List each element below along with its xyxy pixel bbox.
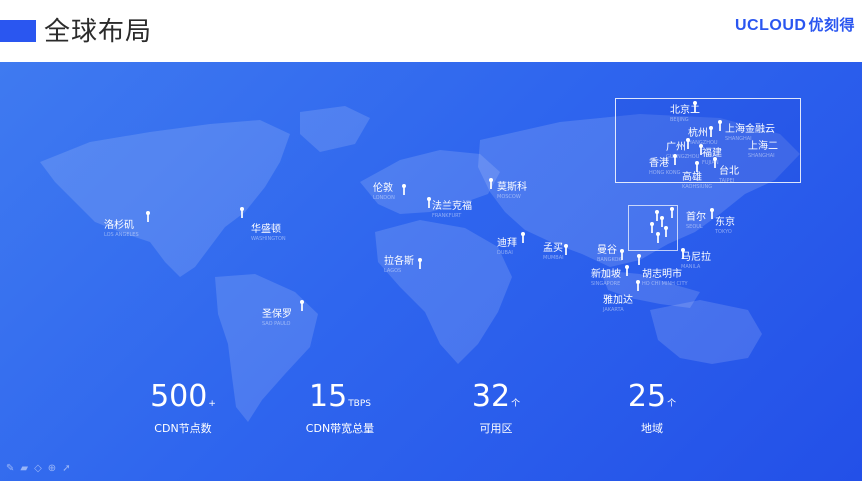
- pin-mumbai: [564, 244, 568, 255]
- north-america-shape: [40, 120, 290, 277]
- inset-pin-taipei: [713, 157, 717, 168]
- city-moscow: 莫斯科 MOSCOW: [497, 182, 527, 200]
- china-region-highlight: [628, 205, 678, 251]
- stat-value: 32: [471, 379, 511, 414]
- pin-tokyo: [710, 208, 714, 219]
- stat-availability-zones: 32个 可用区: [426, 380, 566, 436]
- pin-dubai: [521, 232, 525, 243]
- city-seoul: 首尔 SEOUL: [686, 212, 706, 230]
- cluster-pin-2: [660, 216, 664, 227]
- city-los-angeles: 洛杉矶 LOS ANGELES: [104, 220, 139, 238]
- stat-cdn-nodes: 500+ CDN节点数: [113, 380, 253, 436]
- cluster-pin-5: [656, 232, 660, 243]
- stat-regions: 25个 地域: [582, 380, 722, 436]
- inset-city-hongkong: 香港 HONG KONG: [649, 158, 681, 176]
- stat-unit: 个: [667, 399, 677, 409]
- city-manila: 马尼拉 MANILA: [681, 252, 711, 270]
- slide-header: 全球布局 UCLOUD 优刻得: [0, 0, 862, 62]
- pin-washington: [240, 207, 244, 218]
- pin-moscow: [489, 178, 493, 189]
- title-accent-bar: [0, 20, 36, 42]
- city-frankfurt: 法兰克福 FRANKFURT: [432, 201, 472, 219]
- inset-city-beijing: 北京二 BEIJING: [670, 105, 700, 123]
- city-tokyo: 东京 TOKYO: [715, 217, 735, 235]
- city-mumbai: 孟买 MUMBAI: [543, 243, 564, 261]
- stat-label: CDN节点数: [154, 422, 212, 435]
- australia-shape: [650, 300, 762, 364]
- city-bangkok: 曼谷 BANGKOK: [597, 245, 622, 263]
- pen-icon[interactable]: ✎: [6, 463, 20, 474]
- presentation-toolbar: ✎▰◇⊕➚: [6, 463, 77, 474]
- ucloud-logo: UCLOUD 优刻得: [735, 14, 855, 35]
- stat-label: 地域: [641, 422, 663, 435]
- stat-unit: +: [208, 399, 216, 409]
- logo-cn-text: 优刻得: [808, 16, 855, 34]
- pin-singapore: [625, 265, 629, 276]
- inset-city-taipei: 台北 TAIPEI: [719, 166, 739, 184]
- china-region-inset: 北京二 BEIJING 杭州 HANGZHOU 上海金融云 SHANGHAI 上海二 S…: [615, 98, 801, 190]
- pointer-icon[interactable]: ➚: [62, 463, 76, 474]
- inset-pin-shanghai-fin: [718, 120, 722, 131]
- pin-london: [402, 184, 406, 195]
- stat-value: 25: [627, 379, 667, 414]
- page-title: 全球布局: [44, 17, 153, 47]
- stat-value: 500: [150, 379, 208, 414]
- pin-frankfurt: [427, 197, 431, 208]
- city-washington: 华盛顿 WASHINGTON: [251, 224, 286, 242]
- stat-unit: 个: [511, 399, 521, 409]
- pin-sao-paulo: [300, 300, 304, 311]
- pin-jakarta: [636, 280, 640, 291]
- stat-value: 15: [309, 379, 348, 414]
- africa-shape: [375, 220, 512, 364]
- city-jakarta: 雅加达 JAKARTA: [603, 295, 633, 313]
- city-london: 伦敦 LONDON: [373, 183, 395, 201]
- city-lagos: 拉各斯 LAGOS: [384, 256, 414, 274]
- logo-text: UCLOUD: [735, 17, 807, 34]
- marker-icon[interactable]: ▰: [20, 463, 34, 474]
- cluster-pin-3: [650, 222, 654, 233]
- inset-city-shanghai-2: 上海二 SHANGHAI: [748, 141, 778, 159]
- city-singapore: 新加坡 SINGAPORE: [591, 269, 621, 287]
- stat-unit: TBPS: [348, 399, 371, 409]
- pin-ho-chi-minh: [637, 254, 641, 265]
- stat-label: CDN带宽总量: [305, 422, 375, 435]
- zoom-icon[interactable]: ⊕: [48, 463, 62, 474]
- eraser-icon[interactable]: ◇: [34, 463, 48, 474]
- city-sao-paulo: 圣保罗 SAO PAULO: [262, 309, 292, 327]
- inset-city-kaohsiung: 高雄 KAOHSIUNG: [682, 172, 713, 190]
- greenland-shape: [300, 106, 370, 152]
- stat-cdn-bandwidth: 15TBPS CDN带宽总量: [270, 380, 410, 436]
- city-dubai: 迪拜 DUBAI: [497, 238, 517, 256]
- pin-lagos: [418, 258, 422, 269]
- cluster-pin-1: [655, 210, 659, 221]
- stat-label: 可用区: [479, 422, 513, 435]
- world-map-panel: 洛杉矶 LOS ANGELES 华盛顿 WASHINGTON 圣保罗 SAO PAUL…: [0, 62, 862, 481]
- pin-los-angeles: [146, 211, 150, 222]
- cluster-pin-4: [664, 226, 668, 237]
